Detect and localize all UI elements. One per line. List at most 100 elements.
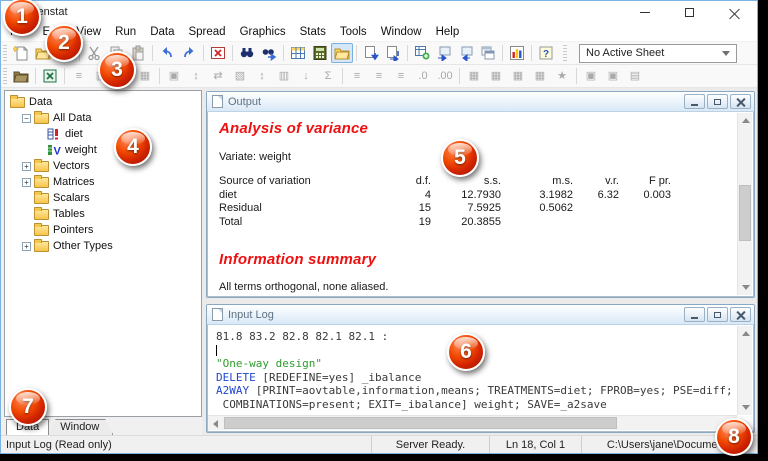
output-minimize-button[interactable] <box>684 94 705 109</box>
menu-help[interactable]: Help <box>429 24 467 40</box>
find-next-icon[interactable] <box>258 43 280 63</box>
tree-item-pointers[interactable]: Pointers <box>5 222 201 238</box>
tree-item-diet[interactable]: diet <box>5 126 201 142</box>
output-window: Output Analysis of variance Variate: wei… <box>206 91 755 298</box>
tree-label: Other Types <box>53 240 113 252</box>
scroll-thumb[interactable] <box>739 185 751 241</box>
join-sheets-icon[interactable]: ▧ <box>229 66 251 86</box>
sort-rows-icon[interactable]: ⇄ <box>207 66 229 86</box>
tree-item-other-types[interactable]: + Other Types <box>5 238 201 254</box>
active-sheet-selector[interactable]: No Active Sheet <box>579 44 737 63</box>
expand-icon[interactable]: + <box>22 178 31 187</box>
tree-label: Pointers <box>53 224 93 236</box>
tree-label: All Data <box>53 112 92 124</box>
table-append-icon[interactable]: ▦ <box>507 66 529 86</box>
renumber-rows-icon[interactable]: ↕ <box>185 66 207 86</box>
toolbar-grip[interactable] <box>3 45 7 61</box>
menu-graphics[interactable]: Graphics <box>233 24 293 40</box>
scroll-down-icon[interactable] <box>738 280 753 295</box>
menu-tools[interactable]: Tools <box>333 24 374 40</box>
scroll-down-icon[interactable] <box>738 400 753 415</box>
input-log-close-button[interactable] <box>730 307 751 322</box>
scroll-up-icon[interactable] <box>738 113 753 128</box>
sum-column-icon[interactable]: Σ <box>317 66 339 86</box>
clear-output-icon[interactable] <box>207 43 229 63</box>
help-icon[interactable]: ? <box>535 43 557 63</box>
sort-ascending-icon[interactable]: ↓ <box>295 66 317 86</box>
insert-row-icon[interactable]: ≡ <box>68 66 90 86</box>
undo-icon[interactable] <box>156 43 178 63</box>
open-spreadsheet-icon[interactable] <box>331 43 353 63</box>
send-to-server-icon[interactable] <box>455 43 477 63</box>
maximize-button[interactable] <box>667 1 712 23</box>
output-close-button[interactable] <box>730 94 751 109</box>
close-button[interactable] <box>712 1 757 23</box>
tree-item-scalars[interactable]: Scalars <box>5 190 201 206</box>
callout-5: 5 <box>441 139 479 177</box>
tree-item-tables[interactable]: Tables <box>5 206 201 222</box>
callout-6: 6 <box>447 333 485 371</box>
table-expand-icon[interactable]: ▦ <box>529 66 551 86</box>
folder-icon <box>34 113 49 124</box>
copy-special-icon[interactable]: ▣ <box>580 66 602 86</box>
cascade-sheets-icon[interactable] <box>477 43 499 63</box>
new-spreadsheet-icon[interactable] <box>287 43 309 63</box>
decimals-more-icon[interactable]: .00 <box>434 66 456 86</box>
refresh-data-icon[interactable] <box>382 43 404 63</box>
restrict-rows-icon[interactable]: ↕ <box>251 66 273 86</box>
input-log-minimize-button[interactable] <box>684 307 705 322</box>
expand-icon[interactable]: + <box>22 242 31 251</box>
sheet-options-icon[interactable]: ▤ <box>624 66 646 86</box>
menu-run[interactable]: Run <box>108 24 143 40</box>
graphics-viewer-icon[interactable] <box>506 43 528 63</box>
tree-item-data[interactable]: Data <box>5 94 201 110</box>
input-log-title: Input Log <box>228 309 274 321</box>
send-to-spreadsheet-icon[interactable] <box>433 43 455 63</box>
scroll-up-icon[interactable] <box>738 326 753 341</box>
toolbar-grip[interactable] <box>563 45 567 61</box>
menu-window[interactable]: Window <box>374 24 429 40</box>
update-server-data-icon[interactable] <box>360 43 382 63</box>
align-center-icon[interactable]: ≡ <box>390 66 412 86</box>
output-restore-button[interactable] <box>707 94 728 109</box>
find-icon[interactable] <box>236 43 258 63</box>
decimals-less-icon[interactable]: .0 <box>412 66 434 86</box>
calculator-icon[interactable] <box>309 43 331 63</box>
toolbar-grip[interactable] <box>3 68 7 84</box>
tree-item-matrices[interactable]: + Matrices <box>5 174 201 190</box>
align-left-icon[interactable]: ≡ <box>368 66 390 86</box>
open-book-icon[interactable] <box>10 66 32 86</box>
expand-icon[interactable]: + <box>22 162 31 171</box>
add-sheet-to-book-icon[interactable] <box>411 43 433 63</box>
redo-icon[interactable] <box>178 43 200 63</box>
tree-item-weight[interactable]: V weight <box>5 142 201 158</box>
scroll-thumb[interactable] <box>224 417 617 429</box>
menu-spread[interactable]: Spread <box>181 24 232 40</box>
tree-item-vectors[interactable]: + Vectors <box>5 158 201 174</box>
align-decimal-icon[interactable]: ≡ <box>346 66 368 86</box>
close-icon <box>736 97 745 106</box>
new-file-icon[interactable] <box>10 43 32 63</box>
input-log-vertical-scrollbar[interactable] <box>737 326 752 415</box>
scroll-left-icon[interactable] <box>208 416 223 431</box>
input-log-title-bar[interactable]: Input Log <box>207 305 754 325</box>
minimize-button[interactable] <box>622 1 667 23</box>
tab-window[interactable]: Window <box>46 419 113 435</box>
export-excel-icon[interactable] <box>39 66 61 86</box>
table-convert-icon[interactable]: ▦ <box>463 66 485 86</box>
tree-label: diet <box>65 128 83 140</box>
new-query-icon[interactable]: ★ <box>551 66 573 86</box>
output-vertical-scrollbar[interactable] <box>737 113 752 295</box>
output-title-bar[interactable]: Output <box>207 92 754 112</box>
shift-cells-icon[interactable]: ▥ <box>273 66 295 86</box>
collapse-icon[interactable]: − <box>22 114 31 123</box>
column-widths-icon[interactable]: ▦ <box>134 66 156 86</box>
menu-stats[interactable]: Stats <box>293 24 333 40</box>
input-log-restore-button[interactable] <box>707 307 728 322</box>
edit-cells-icon[interactable]: ▣ <box>163 66 185 86</box>
duplicate-sheet-icon[interactable]: ▣ <box>602 66 624 86</box>
tree-item-all-data[interactable]: − All Data <box>5 110 201 126</box>
table-merge-icon[interactable]: ▦ <box>485 66 507 86</box>
input-log-horizontal-scrollbar[interactable] <box>208 415 737 430</box>
menu-data[interactable]: Data <box>143 24 181 40</box>
